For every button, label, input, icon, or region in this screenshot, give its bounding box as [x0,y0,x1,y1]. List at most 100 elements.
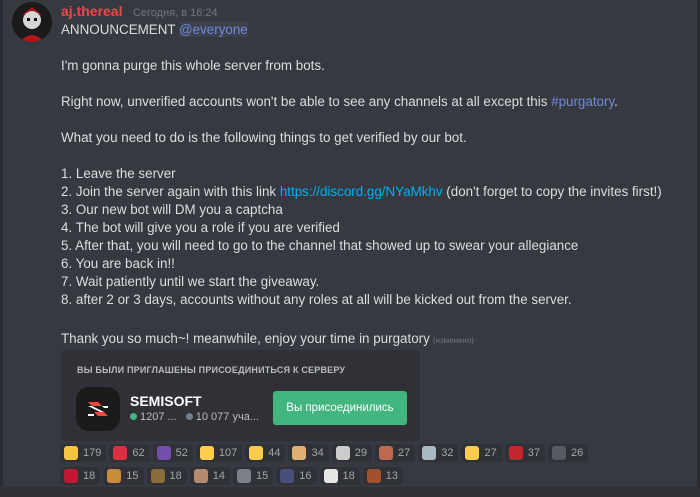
reaction-count: 179 [83,447,102,459]
paragraph-2-text: Right now, unverified accounts won't be … [61,94,552,109]
eggplant-emoji-icon [156,446,171,460]
reaction-count: 34 [311,447,324,459]
edited-label: (изменено) [432,336,474,345]
custom-emoji-e-icon [237,469,251,483]
member-count: 10 077 уча... [195,411,259,423]
reaction-count: 15 [126,470,139,482]
poop-emoji-icon [378,446,393,460]
crying-face-emoji-icon [465,446,480,460]
reaction-button[interactable]: 179 [60,444,107,462]
reaction-button[interactable]: 37 [504,444,545,462]
sparkles-emoji-icon [64,446,78,460]
reaction-button[interactable]: 26 [547,444,589,462]
online-count: 1207 ... [140,411,177,423]
reaction-button[interactable]: 15 [233,467,274,485]
everyone-mention[interactable]: @everyone [179,22,248,37]
step-2-text: 2. Join the server again with this link [61,184,280,199]
reaction-button[interactable]: 29 [331,444,372,462]
closing-line: Thank you so much~! meanwhile, enjoy you… [61,330,474,350]
ogre-emoji-icon [64,469,78,483]
heart-emoji-icon [113,446,128,460]
channel-link-purgatory[interactable]: #purgatory [551,94,614,109]
reaction-button[interactable]: 62 [109,444,150,462]
reaction-button[interactable]: 32 [418,444,459,462]
reaction-count: 14 [212,470,225,482]
semisoft-logo-icon [76,387,120,431]
reactions-bar: 179 62 52 107 44 34 29 27 32 27 37 26 18 15 18 14 15 16 1… [60,444,690,490]
window-frame-left [0,0,3,497]
step-3: 3. Our new bot will DM you a captcha [61,202,283,217]
step-2-note: (don't forget to copy the invites first!… [442,184,662,199]
reaction-button[interactable]: 34 [288,444,329,462]
reaction-count: 27 [484,447,497,459]
reaction-button[interactable]: 15 [103,467,144,485]
reaction-count: 13 [385,470,398,482]
reaction-button[interactable]: 27 [374,444,416,462]
invite-link[interactable]: https://discord.gg/NYaMkhv [280,184,443,199]
announcement-line: ANNOUNCEMENT @everyone [61,21,248,39]
paragraph-3: What you need to do is the following thi… [61,130,467,145]
custom-emoji-h-icon [366,469,381,483]
step-8: 8. after 2 or 3 days, accounts without a… [61,292,572,307]
reaction-button[interactable]: 107 [195,444,243,462]
custom-emoji-c-icon [150,469,165,483]
custom-emoji-a-icon [551,446,566,460]
server-name[interactable]: SEMISOFT [130,393,202,409]
step-4: 4. The bot will give you a role if you a… [61,220,340,235]
paragraph-2: Right now, unverified accounts won't be … [61,93,618,111]
reaction-count: 52 [175,447,188,459]
step-6: 6. You are back in!! [61,256,175,271]
bread-emoji-icon [292,446,307,460]
message-header: aj.thereal Сегодня, в 16:24 [61,3,218,21]
reaction-count: 26 [570,447,584,459]
server-icon[interactable] [76,387,120,431]
username[interactable]: aj.thereal [61,3,122,19]
reaction-button[interactable]: 14 [189,467,230,485]
reactions-row-2: 18 15 18 14 15 16 18 13 [60,467,690,487]
alien-emoji-icon [422,446,437,460]
online-dot-icon [130,413,137,420]
question-emoji-icon [335,446,350,460]
user-avatar[interactable] [12,2,52,42]
server-invite-card: ВЫ БЫЛИ ПРИГЛАШЕНЫ ПРИСОЕДИНИТЬСЯ К СЕРВ… [61,350,420,441]
members-dot-icon [185,413,193,420]
paragraph-2-end: . [614,94,618,109]
reaction-button[interactable]: 13 [362,467,403,485]
reaction-button[interactable]: 18 [319,467,360,485]
custom-emoji-g-icon [323,469,338,483]
invite-header: ВЫ БЫЛИ ПРИГЛАШЕНЫ ПРИСОЕДИНИТЬСЯ К СЕРВ… [77,365,346,375]
reaction-count: 18 [83,470,96,482]
custom-emoji-f-icon [280,469,295,483]
custom-emoji-b-icon [107,469,122,483]
reaction-button[interactable]: 27 [461,444,502,462]
thumbs-up-emoji-icon [199,446,214,460]
step-5: 5. After that, you will need to go to th… [61,238,579,253]
announcement-text: ANNOUNCEMENT [61,22,176,37]
reactions-row-1: 179 62 52 107 44 34 29 27 32 27 37 26 [60,444,690,464]
reaction-button[interactable]: 16 [276,467,317,485]
reaction-count: 15 [256,470,269,482]
reaction-count: 27 [397,447,411,459]
closing-text: Thank you so much~! meanwhile, enjoy you… [61,331,430,346]
reaction-count: 62 [132,447,145,459]
reaction-count: 18 [169,470,182,482]
reaction-count: 18 [342,470,355,482]
reaction-count: 16 [299,470,312,482]
reaction-button[interactable]: 18 [60,467,101,485]
step-1: 1. Leave the server [61,166,176,181]
reaction-button[interactable]: 44 [245,444,286,462]
server-stats: 1207 ... 10 077 уча... [130,411,259,423]
flag-emoji-icon [508,446,523,460]
step-2: 2. Join the server again with this link … [61,183,662,201]
reaction-count: 44 [268,447,281,459]
reaction-button[interactable]: 52 [152,444,193,462]
reaction-count: 32 [441,447,454,459]
tired-face-emoji-icon [249,446,264,460]
paragraph-1: I'm gonna purge this whole server from b… [61,58,325,73]
timestamp: Сегодня, в 16:24 [132,7,218,19]
step-7: 7. Wait patiently until we start the giv… [61,274,320,289]
custom-emoji-d-icon [193,469,208,483]
join-button[interactable]: Вы присоединились [273,391,407,425]
reaction-count: 29 [354,447,367,459]
reaction-button[interactable]: 18 [146,467,187,485]
